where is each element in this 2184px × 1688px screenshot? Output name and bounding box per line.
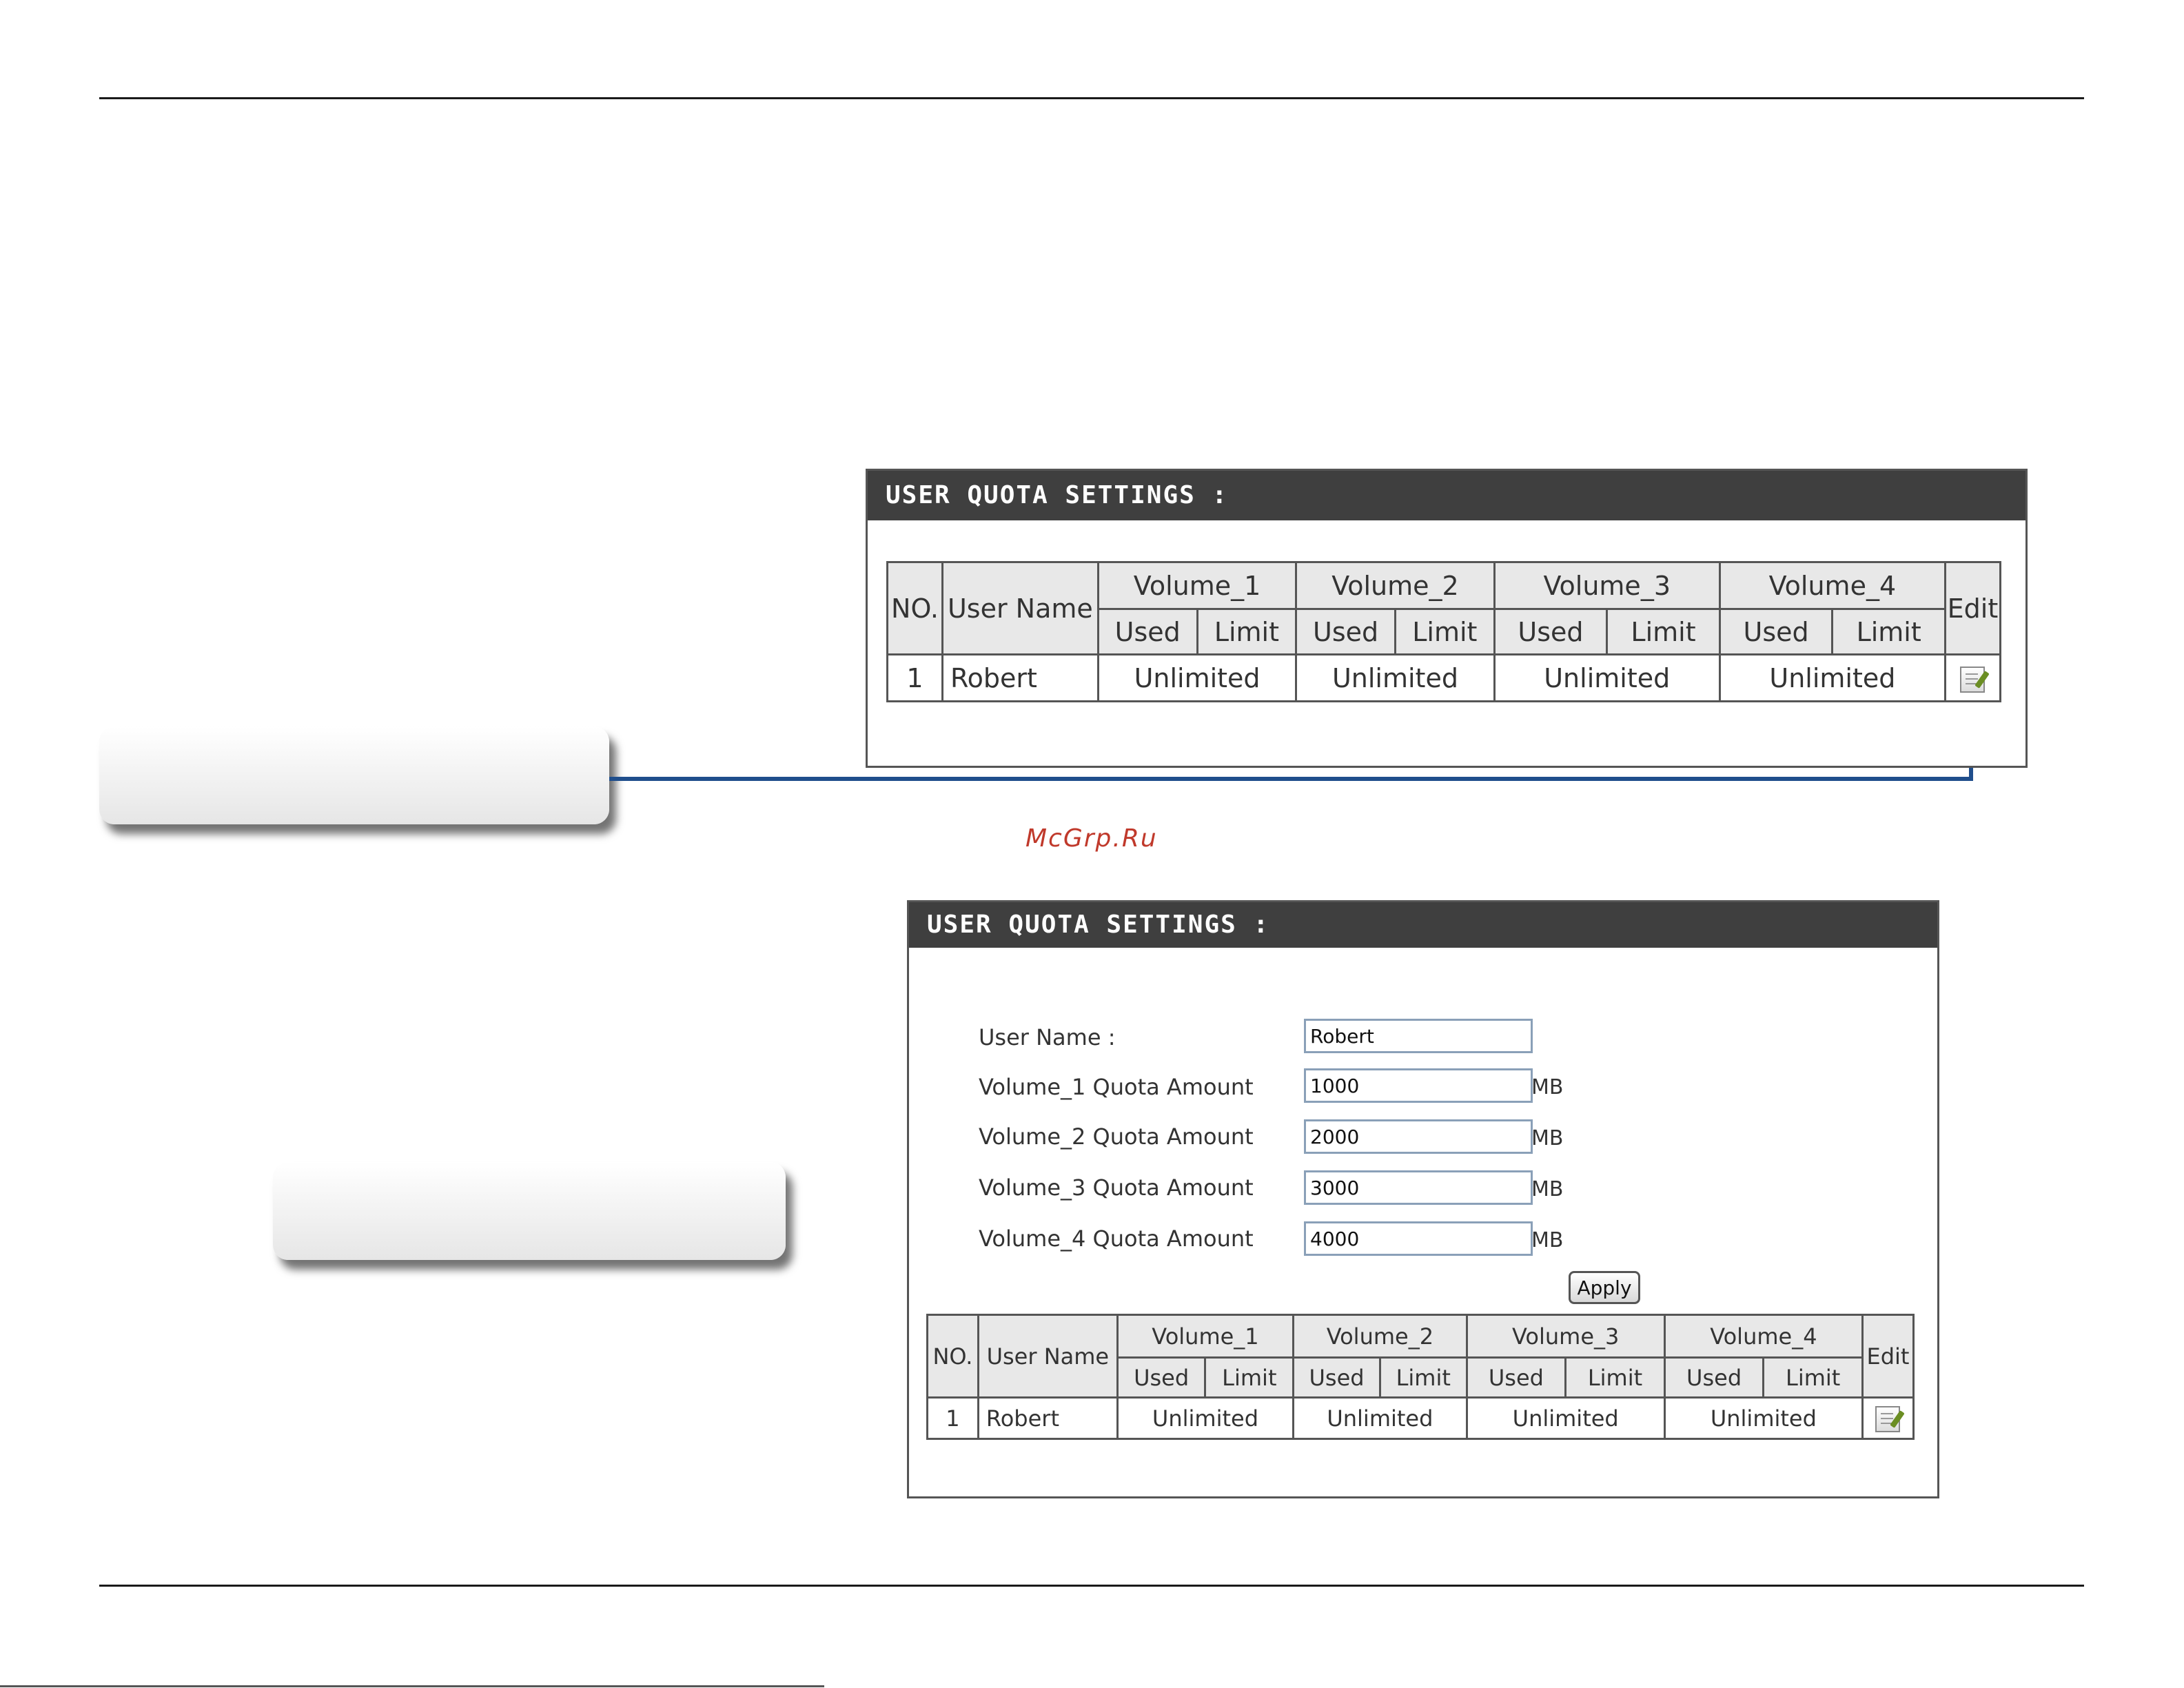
col-header-volume-3: Volume_3 bbox=[1493, 561, 1721, 610]
subheader-used: Used bbox=[1116, 1356, 1207, 1399]
edit-icon[interactable] bbox=[1960, 667, 1986, 693]
subheader-limit: Limit bbox=[1394, 608, 1496, 655]
row-volume-3: Unlimited bbox=[1493, 653, 1721, 702]
volume-1-quota-label: Volume_1 Quota Amount bbox=[979, 1074, 1254, 1100]
quota-table-2: NO. User Name Volume_1 Volume_2 Volume_3… bbox=[926, 1314, 1915, 1440]
watermark-text: McGrp.Ru bbox=[1025, 824, 1158, 853]
volume-3-unit: MB bbox=[1531, 1177, 1564, 1201]
col-header-volume-3: Volume_3 bbox=[1465, 1314, 1666, 1359]
row-user-name: Robert bbox=[977, 1396, 1119, 1440]
col-header-no: NO. bbox=[886, 561, 943, 655]
volume-1-unit: MB bbox=[1531, 1075, 1564, 1099]
col-header-volume-1: Volume_1 bbox=[1116, 1314, 1295, 1359]
subheader-limit: Limit bbox=[1564, 1356, 1666, 1399]
col-header-edit: Edit bbox=[1943, 561, 2002, 655]
row-volume-1: Unlimited bbox=[1096, 653, 1298, 702]
col-header-volume-1: Volume_1 bbox=[1096, 561, 1298, 610]
col-header-user-name: User Name bbox=[941, 561, 1099, 655]
volume-2-quota-field[interactable] bbox=[1304, 1119, 1533, 1154]
subheader-limit: Limit bbox=[1831, 608, 1946, 655]
edit-icon[interactable] bbox=[1875, 1405, 1901, 1432]
row-volume-2: Unlimited bbox=[1292, 1396, 1468, 1440]
col-header-volume-2: Volume_2 bbox=[1292, 1314, 1468, 1359]
panel-title: USER QUOTA SETTINGS : bbox=[909, 902, 1937, 948]
row-edit-cell bbox=[1861, 1396, 1915, 1440]
col-header-volume-2: Volume_2 bbox=[1295, 561, 1496, 610]
row-no: 1 bbox=[926, 1396, 979, 1440]
volume-2-quota-label: Volume_2 Quota Amount bbox=[979, 1123, 1254, 1150]
volume-3-quota-label: Volume_3 Quota Amount bbox=[979, 1175, 1254, 1201]
row-volume-3: Unlimited bbox=[1465, 1396, 1666, 1440]
volume-4-quota-field[interactable] bbox=[1304, 1221, 1533, 1256]
volume-4-unit: MB bbox=[1531, 1228, 1564, 1252]
volume-1-quota-field[interactable] bbox=[1304, 1068, 1533, 1103]
apply-button[interactable]: Apply bbox=[1569, 1271, 1640, 1304]
col-header-volume-4: Volume_4 bbox=[1718, 561, 1946, 610]
col-header-volume-4: Volume_4 bbox=[1663, 1314, 1864, 1359]
volume-4-quota-label: Volume_4 Quota Amount bbox=[979, 1226, 1254, 1252]
subheader-used: Used bbox=[1493, 608, 1609, 655]
row-edit-cell bbox=[1943, 653, 2002, 702]
bottom-edge-bar bbox=[0, 1685, 824, 1687]
user-name-label: User Name : bbox=[979, 1024, 1116, 1050]
subheader-limit: Limit bbox=[1762, 1356, 1864, 1399]
subheader-limit: Limit bbox=[1378, 1356, 1468, 1399]
user-name-field[interactable] bbox=[1304, 1019, 1533, 1053]
table-row: 1 Robert Unlimited Unlimited Unlimited U… bbox=[926, 1396, 1915, 1440]
panel-title: USER QUOTA SETTINGS : bbox=[868, 471, 2025, 520]
row-user-name: Robert bbox=[941, 653, 1099, 702]
col-header-edit: Edit bbox=[1861, 1314, 1915, 1399]
subheader-used: Used bbox=[1096, 608, 1198, 655]
col-header-user-name: User Name bbox=[977, 1314, 1119, 1399]
subheader-used: Used bbox=[1663, 1356, 1765, 1399]
col-header-no: NO. bbox=[926, 1314, 979, 1399]
row-no: 1 bbox=[886, 653, 943, 702]
row-volume-2: Unlimited bbox=[1295, 653, 1496, 702]
volume-3-quota-field[interactable] bbox=[1304, 1170, 1533, 1205]
row-volume-4: Unlimited bbox=[1718, 653, 1946, 702]
table-row: 1 Robert Unlimited Unlimited Unlimited U… bbox=[886, 653, 2002, 702]
subheader-limit: Limit bbox=[1204, 1356, 1295, 1399]
volume-2-unit: MB bbox=[1531, 1126, 1564, 1150]
subheader-limit: Limit bbox=[1196, 608, 1298, 655]
subheader-limit: Limit bbox=[1606, 608, 1721, 655]
subheader-used: Used bbox=[1718, 608, 1834, 655]
subheader-used: Used bbox=[1292, 1356, 1381, 1399]
row-volume-4: Unlimited bbox=[1663, 1396, 1864, 1440]
subheader-used: Used bbox=[1295, 608, 1396, 655]
quota-table-1: NO. User Name Volume_1 Volume_2 Volume_3… bbox=[886, 561, 2002, 702]
subheader-used: Used bbox=[1465, 1356, 1567, 1399]
row-volume-1: Unlimited bbox=[1116, 1396, 1295, 1440]
